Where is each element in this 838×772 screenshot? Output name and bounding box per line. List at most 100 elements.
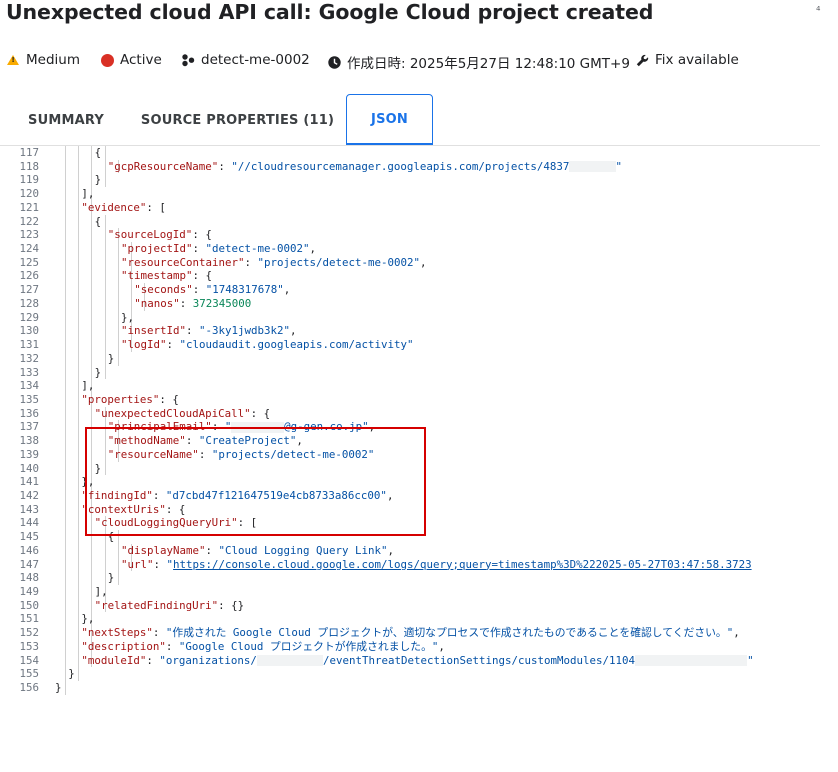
code-line: 133} [0, 365, 838, 380]
code-text: "displayName": "Cloud Logging Query Link… [121, 544, 394, 558]
indent-guide [78, 406, 80, 421]
json-viewer[interactable]: 117 {118 "gcpResourceName": "//cloudresour… [0, 146, 838, 695]
json-key: "timestamp" [121, 269, 193, 283]
line-number: 155 [19, 667, 39, 681]
line-number: 154 [19, 653, 39, 667]
indent-guide [78, 639, 80, 654]
json-key: "evidence" [81, 200, 147, 214]
json-token: }, [121, 310, 135, 324]
indent-guide [104, 310, 106, 325]
json-token: : [186, 324, 200, 338]
tab-json[interactable]: JSON [346, 94, 433, 146]
json-key: "relatedFindingUri" [94, 598, 219, 612]
indent-guide [91, 338, 93, 352]
line-number: 136 [19, 406, 39, 420]
indent-guide [65, 598, 66, 613]
indent-guide [78, 379, 80, 393]
indent-guide [65, 502, 66, 517]
line-number: 142 [19, 488, 39, 502]
indent-guide [65, 681, 66, 695]
indent-guide [65, 461, 66, 476]
code-line: 123 "sourceLogId": { [0, 228, 838, 243]
code-text: ], [81, 187, 94, 201]
line-number: 149 [19, 585, 39, 598]
code-line: 126 "timestamp": { [0, 269, 838, 284]
indent-guide [117, 324, 119, 339]
indent-guide [117, 296, 119, 311]
indent-guide [104, 173, 106, 188]
indent-guide [65, 269, 66, 284]
module-badge[interactable]: detect-me-0002 [181, 52, 310, 68]
indent-guide [78, 447, 80, 462]
code-line: 122 { [0, 214, 838, 229]
indent-guide [104, 255, 106, 270]
json-token: , [387, 543, 395, 557]
fix-available-badge[interactable]: Fix available [636, 52, 739, 68]
severity-badge: Medium [7, 52, 80, 68]
indent-guide [91, 255, 93, 270]
indent-guide [65, 214, 66, 229]
code-text: } [95, 173, 102, 187]
indent-guide [91, 146, 93, 160]
indent-guide [78, 146, 80, 160]
indent-guide [65, 159, 66, 174]
indent-guide [104, 296, 106, 311]
json-token: } [55, 681, 62, 695]
indent-guide [117, 543, 119, 558]
json-key: "displayName" [121, 543, 206, 557]
code-text: "sourceLogId": { [108, 228, 212, 242]
indent-guide [78, 173, 80, 188]
json-token: " [747, 653, 754, 667]
indent-guide [65, 557, 66, 572]
line-number: 121 [19, 200, 39, 214]
code-text: }, [121, 311, 134, 325]
tab-source-properties[interactable]: SOURCE PROPERTIES (11) [140, 94, 335, 146]
line-number: 141 [19, 475, 39, 489]
json-token: : { [250, 406, 271, 420]
indent-guide [78, 255, 80, 270]
json-token: : [153, 557, 167, 571]
indent-guide [65, 447, 66, 462]
json-token: : { [192, 269, 213, 283]
json-token: { [94, 146, 102, 159]
tab-summary[interactable]: SUMMARY [17, 94, 115, 146]
indent-guide [104, 228, 106, 243]
line-number: 147 [19, 557, 39, 571]
code-text: }, [81, 612, 94, 626]
indent-guide [78, 187, 80, 201]
json-link[interactable]: https://console.cloud.google.com/logs/qu… [173, 558, 752, 571]
line-number: 153 [19, 639, 39, 653]
indent-guide [78, 488, 80, 503]
indent-guide [65, 200, 66, 215]
line-number: 146 [19, 543, 39, 557]
json-token: /eventThreatDetectionSettings/customModu… [322, 653, 635, 667]
code-line: 118 "gcpResourceName": "//cloudresourcema… [0, 159, 838, 174]
indent-guide [78, 598, 80, 613]
line-number: 137 [19, 420, 39, 434]
json-token: "Cloud Logging Query Link" [218, 543, 388, 557]
indent-guide [78, 667, 80, 682]
code-line: 152 "nextSteps": "作成された Google Cloud プロジェ… [0, 626, 838, 640]
indent-guide [78, 516, 80, 531]
line-number: 132 [19, 351, 39, 365]
indent-guide [117, 283, 119, 297]
indent-guide [91, 365, 93, 380]
code-line: 131 "logId": "cloudaudit.googleapis.com/a… [0, 338, 838, 352]
code-line: 129}, [0, 310, 838, 325]
json-key: "moduleId" [81, 653, 147, 667]
json-token: : [146, 653, 160, 667]
code-line: 136 "unexpectedCloudApiCall": { [0, 406, 838, 421]
active-dot-icon [101, 53, 114, 67]
json-token: , [283, 283, 291, 297]
line-number: 138 [19, 434, 39, 448]
indent-guide [78, 475, 80, 489]
code-line: 147 "url": "https://console.cloud.google.… [0, 557, 838, 572]
code-line: 156} [0, 681, 838, 695]
json-token: : { [159, 392, 179, 406]
indent-guide [117, 310, 119, 325]
line-number: 133 [19, 365, 39, 379]
indent-guide [104, 242, 106, 256]
indent-guide [91, 296, 93, 311]
indent-guide [78, 530, 80, 544]
indent-guide [78, 612, 80, 627]
